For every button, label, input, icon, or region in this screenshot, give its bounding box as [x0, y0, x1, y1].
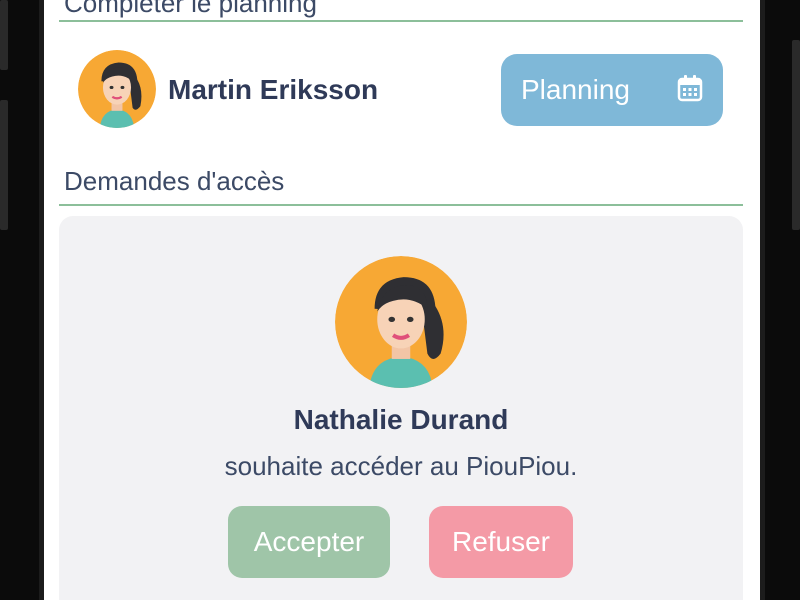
phone-power-button [792, 40, 800, 230]
app-screen: Compléter le planning Martin Eriksson Pl… [44, 0, 760, 600]
avatar [78, 50, 156, 128]
phone-side-button [0, 0, 8, 70]
phone-frame-left [0, 0, 44, 600]
section-divider [59, 204, 743, 206]
requester-name: Nathalie Durand [293, 404, 509, 435]
phone-volume-button [0, 100, 8, 230]
section-title-access-requests: Demandes d'accès [64, 166, 285, 196]
calendar-icon [677, 74, 703, 102]
section-title-planning: Compléter le planning [64, 0, 317, 18]
accept-button[interactable]: Accepter [228, 506, 390, 578]
access-request-card: Nathalie Durand souhaite accéder au Piou… [59, 216, 743, 600]
refuse-button[interactable]: Refuser [429, 506, 573, 578]
planning-button[interactable]: Planning [501, 54, 723, 126]
phone-frame-edge [760, 0, 765, 600]
planning-button-label: Planning [521, 74, 630, 105]
request-message: souhaite accéder au PiouPiou. [224, 451, 578, 481]
section-divider [59, 20, 743, 22]
avatar [335, 256, 467, 388]
planning-user-name: Martin Eriksson [168, 74, 379, 105]
phone-frame-right [760, 0, 800, 600]
